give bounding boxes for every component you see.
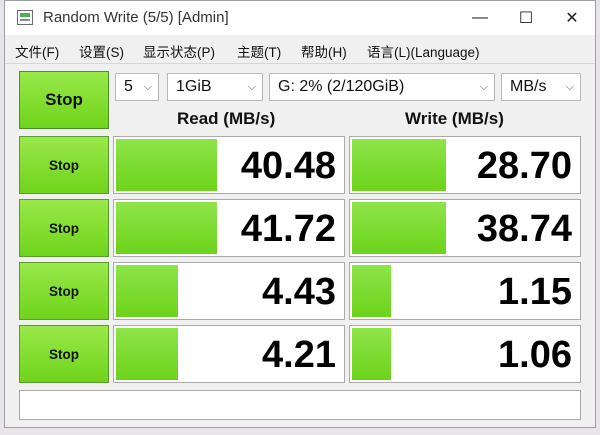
row-3-read-cell: 4.43 — [113, 262, 345, 320]
row-2-read-value: 41.72 — [240, 208, 336, 250]
read-bar — [116, 265, 179, 317]
maximize-button[interactable]: ☐ — [503, 1, 549, 35]
row-4-write-cell: 1.06 — [349, 325, 581, 383]
test-count-select[interactable]: 5 ⌵ — [115, 73, 159, 101]
chevron-down-icon: ⌵ — [565, 81, 574, 93]
status-bar — [19, 390, 581, 420]
row-1-read-cell: 40.48 — [113, 136, 345, 194]
read-bar — [116, 139, 218, 191]
row-2-write-value: 38.74 — [476, 208, 572, 250]
minimize-button[interactable]: — — [457, 1, 503, 35]
menu-help[interactable]: 帮助(H) — [301, 41, 347, 61]
row-3-write-cell: 1.15 — [349, 262, 581, 320]
menu-file[interactable]: 文件(F) — [15, 41, 59, 61]
test-size-select[interactable]: 1GiB ⌵ — [167, 73, 263, 101]
chevron-down-icon: ⌵ — [247, 81, 256, 93]
row-2-write-cell: 38.74 — [349, 199, 581, 257]
row-1-read-value: 40.48 — [240, 145, 336, 187]
row-1-stop-button[interactable]: Stop — [19, 136, 109, 194]
unit-select[interactable]: MB/s ⌵ — [501, 73, 581, 101]
write-bar — [352, 139, 447, 191]
menu-language[interactable]: 语言(L)(Language) — [367, 41, 480, 61]
stop-all-button[interactable]: Stop — [19, 71, 109, 129]
row-4-write-value: 1.06 — [498, 334, 572, 376]
write-bar — [352, 265, 392, 317]
drive-select[interactable]: G: 2% (2/120GiB) ⌵ — [269, 73, 495, 101]
row-3-stop-button[interactable]: Stop — [19, 262, 109, 320]
drive-value: G: 2% (2/120GiB) — [278, 78, 405, 95]
title-bar[interactable]: Random Write (5/5) [Admin] — ☐ ✕ — [5, 1, 595, 35]
row-4-read-value: 4.21 — [262, 334, 336, 376]
close-button[interactable]: ✕ — [549, 1, 595, 35]
read-column-header: Read (MB/s) — [177, 109, 276, 128]
test-size-value: 1GiB — [176, 78, 212, 95]
window-title: Random Write (5/5) [Admin] — [43, 9, 229, 26]
unit-value: MB/s — [510, 78, 547, 95]
row-2-read-cell: 41.72 — [113, 199, 345, 257]
menu-theme[interactable]: 主题(T) — [237, 41, 281, 61]
row-2-stop-button[interactable]: Stop — [19, 199, 109, 257]
menu-settings[interactable]: 设置(S) — [79, 41, 124, 61]
read-bar — [116, 202, 218, 254]
row-3-read-value: 4.43 — [262, 271, 336, 313]
chevron-down-icon: ⌵ — [143, 81, 152, 93]
row-1-write-cell: 28.70 — [349, 136, 581, 194]
chevron-down-icon: ⌵ — [479, 81, 488, 93]
app-window-icon — [17, 10, 33, 25]
write-bar — [352, 202, 447, 254]
write-bar — [352, 328, 392, 380]
app-window: Random Write (5/5) [Admin] — ☐ ✕ 文件(F) 设… — [4, 0, 596, 428]
menu-divider — [5, 63, 595, 64]
write-column-header: Write (MB/s) — [405, 109, 504, 128]
row-1-write-value: 28.70 — [476, 145, 572, 187]
row-3-write-value: 1.15 — [498, 271, 572, 313]
menu-bar: 文件(F) 设置(S) 显示状态(P) 主题(T) 帮助(H) 语言(L)(La… — [5, 37, 595, 61]
test-count-value: 5 — [124, 78, 133, 95]
row-4-stop-button[interactable]: Stop — [19, 325, 109, 383]
row-4-read-cell: 4.21 — [113, 325, 345, 383]
read-bar — [116, 328, 179, 380]
menu-display[interactable]: 显示状态(P) — [143, 41, 215, 61]
